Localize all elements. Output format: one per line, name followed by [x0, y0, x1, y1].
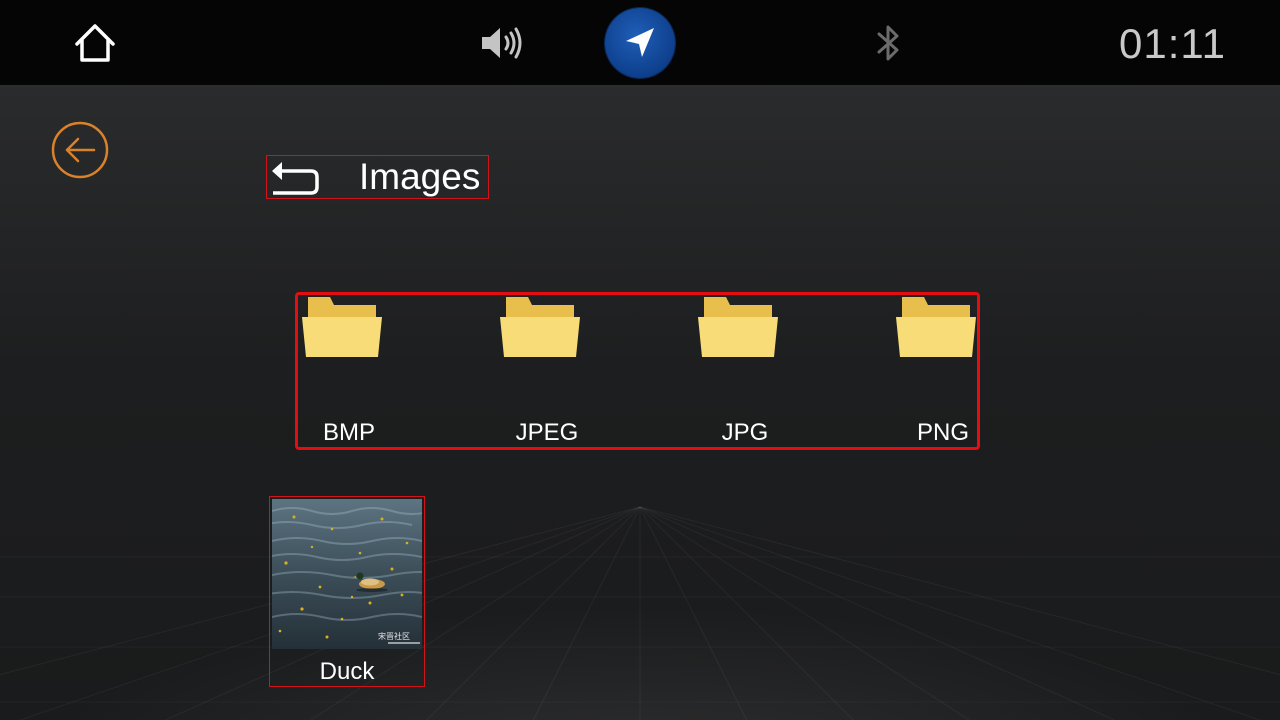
folder-list: BMP JPEG JPG PNG [295, 292, 980, 450]
file-label: Duck [319, 658, 375, 685]
folder-jpg[interactable]: JPG [694, 295, 814, 447]
folder-label: JPEG [515, 419, 579, 446]
folder-label: JPG [721, 419, 769, 446]
folder-jpeg[interactable]: JPEG [496, 295, 616, 447]
navigation-button[interactable] [605, 8, 675, 78]
duck-thumbnail: 宋晋社区 [272, 499, 422, 649]
folder-icon [896, 297, 976, 357]
folder-label: BMP [322, 419, 375, 446]
folder-icon [302, 297, 382, 357]
folder-title: Images [359, 156, 481, 197]
back-arrow-icon [51, 121, 109, 179]
home-icon[interactable] [70, 20, 120, 66]
navigation-arrow-icon [626, 28, 654, 57]
watermark-text: 宋晋社区 [378, 631, 410, 641]
folder-label: PNG [916, 419, 969, 446]
bluetooth-icon[interactable] [866, 20, 910, 66]
clock: 01:11 [1119, 20, 1226, 67]
media-browser: Images BMP JPEG JPG PNG 宋晋社区 Duck [0, 87, 1280, 720]
folder-icon [500, 297, 580, 357]
back-button[interactable] [51, 121, 109, 179]
folder-header[interactable]: Images [266, 155, 489, 199]
parent-folder-icon[interactable] [269, 159, 321, 195]
volume-icon[interactable] [476, 22, 530, 64]
status-bar: 01:11 [0, 0, 1280, 87]
folder-icon [698, 297, 778, 357]
folder-png[interactable]: PNG [892, 295, 1012, 447]
image-file-duck[interactable]: 宋晋社区 Duck [269, 496, 425, 687]
folder-bmp[interactable]: BMP [298, 295, 418, 447]
